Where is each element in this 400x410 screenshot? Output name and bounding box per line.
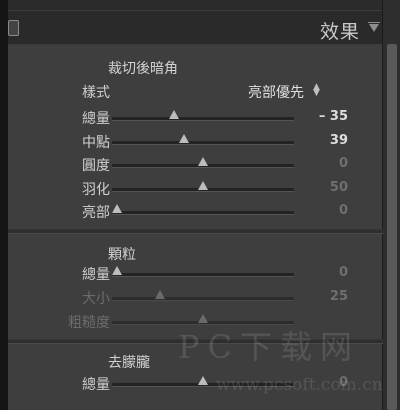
section-divider [8,229,383,234]
left-rail [0,0,8,410]
slider-thumb[interactable] [179,133,190,143]
slider-label: 大小 [82,291,110,307]
scrollbar-thumb[interactable] [387,44,397,410]
slider-thumb[interactable] [168,110,179,119]
panel-title: 效果 [319,21,360,43]
updown-arrows-icon[interactable]: ▲ ▼ [313,83,320,98]
vignette-section-title: 裁切後暗角 [108,61,178,77]
menu-line [368,22,380,23]
grain-section-title: 顆粒 [108,247,136,263]
slider-label: 總量 [82,111,110,127]
slider-thumb[interactable] [198,376,208,385]
slider-value[interactable]: 39 [303,133,348,148]
slider-thumb[interactable] [112,204,122,213]
top-strip [0,0,400,11]
slider-track[interactable] [112,117,294,121]
collapse-toggle-icon[interactable] [8,20,19,36]
slider-thumb[interactable] [198,180,208,190]
style-label: 樣式 [82,85,110,101]
slider-label: 圓度 [82,158,110,174]
slider-value[interactable]: 0 [303,265,348,280]
slider-value[interactable]: – 35 [303,109,348,124]
slider-track[interactable] [112,273,294,277]
watermark-url: www.pcsoft.com.cn [216,375,383,395]
slider-label: 中點 [82,134,110,151]
slider-thumb[interactable] [198,157,208,166]
slider-value[interactable]: 0 [303,203,348,218]
watermark-logo: PC下载网 [178,328,361,366]
slider-track [112,297,294,301]
slider-thumb[interactable] [112,266,122,275]
slider-label: 總量 [82,377,110,393]
style-select[interactable]: 亮部優先 [248,82,304,102]
slider-track[interactable] [112,211,294,215]
triangle-down-icon[interactable] [369,24,379,32]
slider-thumb [155,290,165,299]
slider-label: 亮部 [82,205,110,221]
slider-value[interactable]: 25 [303,289,348,304]
slider-value[interactable]: 0 [303,156,348,171]
slider-label: 羽化 [82,181,110,198]
dehaze-section-title: 去朦朧 [108,355,150,371]
slider-label: 總量 [82,267,110,283]
slider-label: 粗糙度 [68,315,110,331]
slider-track[interactable] [112,140,294,145]
slider-value[interactable]: 50 [303,180,348,195]
